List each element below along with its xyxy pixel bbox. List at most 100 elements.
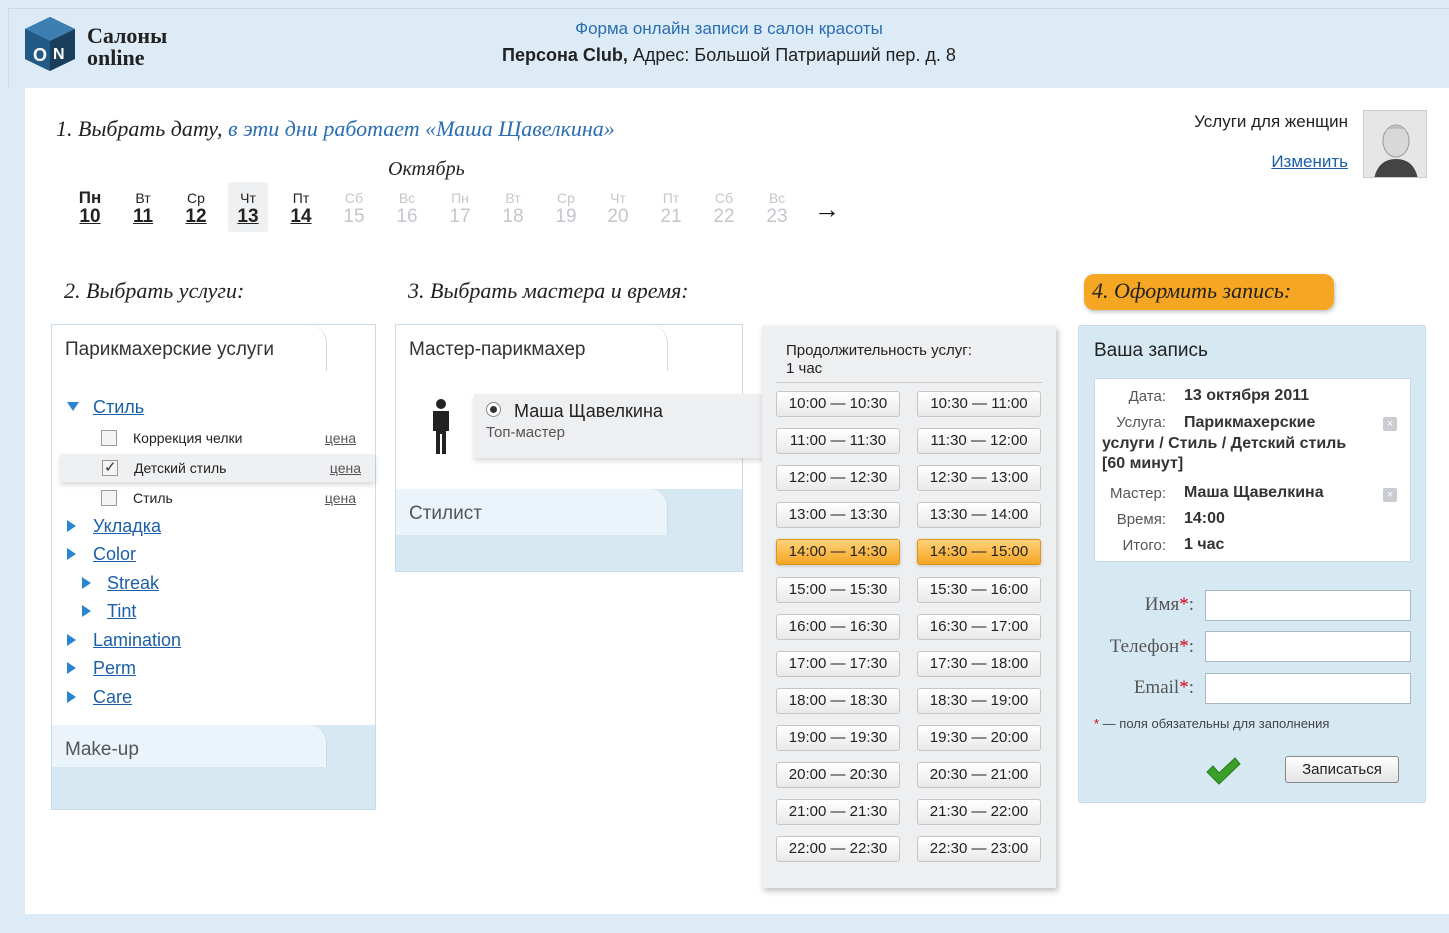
email-field[interactable] <box>1205 673 1411 704</box>
day-13[interactable]: Чт 13 <box>228 182 268 232</box>
price-link[interactable]: цена <box>325 430 356 446</box>
day-23: Вс 23 <box>757 190 797 228</box>
time-slot-button[interactable]: 21:00 — 21:30 <box>776 799 900 826</box>
tab-makeup[interactable]: Make-up <box>52 725 327 767</box>
service-group-style[interactable]: Стиль <box>93 397 144 418</box>
day-of-week: Сб <box>714 190 734 206</box>
collapsed-triangle-icon[interactable] <box>82 605 91 617</box>
collapsed-triangle-icon[interactable] <box>82 577 91 589</box>
price-link[interactable]: цена <box>325 490 356 506</box>
service-group[interactable]: Lamination <box>93 630 181 651</box>
remove-service-close-icon[interactable]: × <box>1383 417 1397 431</box>
day-22: Сб 22 <box>704 190 744 228</box>
step1-master-days: в эти дни работает «Маша Щавелкина» <box>222 116 615 141</box>
email-label-text: Email <box>1133 677 1180 698</box>
day-of-week: Вт <box>135 190 151 206</box>
service-group[interactable]: Care <box>93 687 132 708</box>
time-slot-button[interactable]: 10:30 — 11:00 <box>917 391 1041 417</box>
salon-name: Персона Club, <box>502 45 628 65</box>
time-slot-button[interactable]: 10:00 — 10:30 <box>776 391 900 417</box>
service-checkbox[interactable] <box>101 430 117 446</box>
next-days-arrow-icon[interactable]: → <box>814 194 840 225</box>
day-15: Сб 15 <box>334 190 374 228</box>
time-slot-button[interactable]: 17:30 — 18:00 <box>917 650 1041 677</box>
collapsed-triangle-icon[interactable] <box>67 548 76 560</box>
duration-value: 1 час <box>786 360 823 377</box>
expanded-triangle-icon[interactable] <box>67 402 79 411</box>
step1-title: 1. Выбрать дату, в эти дни работает «Маш… <box>56 116 615 142</box>
time-slot-button[interactable]: 22:30 — 23:00 <box>917 836 1041 863</box>
day-19: Ср 19 <box>546 190 586 228</box>
time-slot-button[interactable]: 20:00 — 20:30 <box>776 762 900 788</box>
phone-field[interactable] <box>1205 631 1411 662</box>
service-row[interactable]: Коррекция челки цена <box>59 424 370 452</box>
master-name: Маша Щавелкина <box>514 401 663 421</box>
tab-hair-services[interactable]: Парикмахерские услуги <box>52 325 327 371</box>
day-20: Чт 20 <box>598 190 638 228</box>
tab-hairdresser[interactable]: Мастер-парикмахер <box>396 325 668 371</box>
collapsed-triangle-icon[interactable] <box>67 662 76 674</box>
day-14[interactable]: Пт 14 <box>281 190 321 228</box>
service-row[interactable]: Детский стиль цена <box>60 454 375 482</box>
time-slot-button[interactable]: 13:00 — 13:30 <box>776 502 900 529</box>
time-slot-button[interactable]: 19:00 — 19:30 <box>776 724 900 751</box>
time-slot-button[interactable]: 11:30 — 12:00 <box>917 428 1041 455</box>
makeup-section: Make-up <box>52 725 375 809</box>
price-link[interactable]: цена <box>330 460 361 476</box>
time-slot-button[interactable]: 15:30 — 16:00 <box>917 576 1041 603</box>
time-slot-button[interactable]: 16:30 — 17:00 <box>917 613 1041 640</box>
day-number: 21 <box>660 206 682 227</box>
time-slot-button[interactable]: 17:00 — 17:30 <box>776 650 900 677</box>
step4-badge: 4. Оформить запись: <box>1084 274 1334 310</box>
service-group[interactable]: Укладка <box>93 516 161 537</box>
woman-portrait-icon <box>1364 111 1426 177</box>
day-11[interactable]: Вт 11 <box>123 190 163 228</box>
day-number: 13 <box>237 206 259 227</box>
time-slot-button[interactable]: 18:30 — 19:00 <box>917 687 1041 714</box>
day-number: 23 <box>766 206 788 227</box>
remove-master-close-icon[interactable]: × <box>1383 488 1397 502</box>
master-title: Топ-мастер <box>486 424 565 441</box>
time-slot-button[interactable]: 12:00 — 12:30 <box>776 465 900 492</box>
service-label: Услуга: <box>1116 414 1166 431</box>
name-label: Имя*: <box>1084 594 1194 616</box>
collapsed-triangle-icon[interactable] <box>67 520 76 532</box>
service-checkbox[interactable] <box>101 490 117 506</box>
service-checkbox[interactable] <box>102 458 118 476</box>
tab-stylist[interactable]: Стилист <box>396 489 668 535</box>
service-group[interactable]: Color <box>93 544 136 565</box>
service-row[interactable]: Стиль цена <box>59 484 370 512</box>
time-slot-button[interactable]: 13:30 — 14:00 <box>917 502 1041 529</box>
day-17: Пн 17 <box>440 190 480 228</box>
submit-button[interactable]: Записаться <box>1285 756 1399 783</box>
time-slot-button[interactable]: 20:30 — 21:00 <box>917 762 1041 788</box>
time-slot-button[interactable]: 12:30 — 13:00 <box>917 465 1041 492</box>
master-radio[interactable] <box>486 402 501 417</box>
time-slot-button[interactable]: 15:00 — 15:30 <box>776 576 900 603</box>
collapsed-triangle-icon[interactable] <box>67 634 76 646</box>
time-slot-button[interactable]: 14:00 — 14:30 <box>776 539 900 566</box>
time-slot-button[interactable]: 22:00 — 22:30 <box>776 836 900 863</box>
name-field[interactable] <box>1205 590 1411 621</box>
collapsed-triangle-icon[interactable] <box>67 691 76 703</box>
day-number: 19 <box>555 206 577 227</box>
change-category-link[interactable]: Изменить <box>1240 152 1348 172</box>
time-slot-button[interactable]: 21:30 — 22:00 <box>917 799 1041 826</box>
day-number: 12 <box>185 206 207 227</box>
time-slot-button[interactable]: 14:30 — 15:00 <box>917 539 1041 566</box>
day-number: 16 <box>396 206 418 227</box>
time-slot-button[interactable]: 19:30 — 20:00 <box>917 724 1041 751</box>
day-12[interactable]: Ср 12 <box>176 190 216 228</box>
time-slot-button[interactable]: 11:00 — 11:30 <box>776 428 900 455</box>
service-value-line2: услуги / Стиль / Детский стиль <box>1102 435 1347 452</box>
service-group[interactable]: Tint <box>107 601 136 622</box>
date-value: 13 октября 2011 <box>1184 387 1310 404</box>
service-group[interactable]: Streak <box>107 573 159 594</box>
time-slot-button[interactable]: 16:00 — 16:30 <box>776 613 900 640</box>
time-slot-button[interactable]: 18:00 — 18:30 <box>776 687 900 714</box>
day-of-week: Сб <box>344 190 364 206</box>
day-10[interactable]: Пн 10 <box>70 189 110 228</box>
service-group[interactable]: Perm <box>93 658 136 679</box>
date-label: Дата: <box>1128 388 1166 405</box>
day-of-week: Чт <box>240 190 256 206</box>
